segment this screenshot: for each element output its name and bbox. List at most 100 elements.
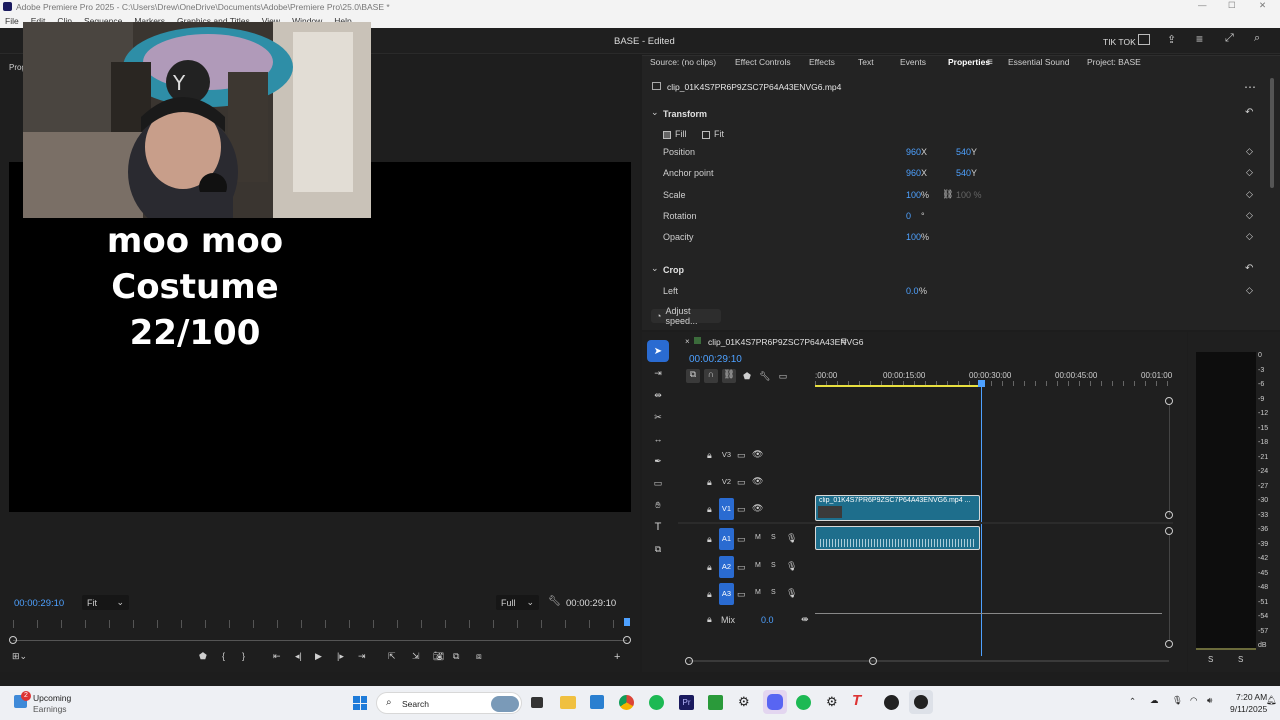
onedrive-icon[interactable]: ☁︎	[1150, 695, 1159, 706]
sync-lock-icon[interactable]: ▭	[737, 504, 746, 515]
go-to-in-icon[interactable]: ⇤	[273, 651, 281, 662]
mute-button[interactable]: M	[755, 562, 761, 569]
properties-scrollbar[interactable]	[1270, 78, 1274, 188]
start-icon[interactable]	[353, 696, 367, 710]
mic-icon[interactable]: 🎙︎	[786, 561, 797, 572]
vertical-zoom-handle-bottom[interactable]	[1165, 640, 1173, 648]
solo-button[interactable]: S	[771, 562, 776, 569]
vertical-zoom-handle-top[interactable]	[1165, 397, 1173, 405]
maximize-icon[interactable]: ☐	[1228, 0, 1236, 11]
insert-overwrite-icon[interactable]: ⧉	[686, 369, 700, 383]
scrub-start-handle[interactable]	[9, 636, 17, 644]
property-value-1[interactable]: 100	[906, 190, 921, 200]
track-target-v2[interactable]: V2	[719, 471, 734, 493]
property-value-1[interactable]: 960	[906, 168, 921, 178]
track-select-tool-icon[interactable]: ⇥	[647, 362, 669, 384]
pen-tool-icon[interactable]: ✒︎	[647, 450, 669, 472]
fullscreen-icon[interactable]: ⤢	[1225, 32, 1234, 45]
mic-icon[interactable]: 🎙︎	[1172, 695, 1183, 706]
rectangle-tool-icon[interactable]: ▭	[647, 472, 669, 494]
video-clip[interactable]: clip_01K4S7PR6P9ZSC7P64A43ENVG6.mp4 ...	[815, 495, 980, 521]
vertical-zoom-handle-a[interactable]	[1165, 527, 1173, 535]
audio-clip[interactable]	[815, 526, 980, 550]
keyframe-icon[interactable]: ◇	[1246, 146, 1253, 157]
eye-icon[interactable]: 👁︎	[752, 449, 763, 460]
mix-value[interactable]: 0.0	[761, 615, 774, 625]
spotify-icon[interactable]	[649, 695, 664, 710]
tab-1[interactable]: Effect Controls	[735, 57, 791, 67]
fit-dropdown[interactable]: Fit ⌄	[82, 595, 129, 610]
keyframe-icon[interactable]: ◇	[1246, 210, 1253, 221]
fill-option[interactable]: Fill	[663, 129, 687, 139]
mic-icon[interactable]: 🎙︎	[786, 533, 797, 544]
snap-icon[interactable]: ∩	[704, 369, 718, 383]
wrench-icon[interactable]: 🔧︎	[548, 596, 561, 607]
more-options-icon[interactable]: ⋯	[1244, 80, 1256, 94]
horizontal-zoom-handle-left[interactable]	[685, 657, 693, 665]
tab-3[interactable]: Text	[858, 57, 874, 67]
clock-time[interactable]: 7:20 AM	[1236, 692, 1267, 702]
lock-icon[interactable]: 🔒︎	[707, 589, 712, 600]
tab-2[interactable]: Effects	[809, 57, 835, 67]
transform-section-header[interactable]: ⌄ Transform ↶	[650, 107, 1260, 121]
sync-lock-icon[interactable]: ▭	[737, 534, 746, 545]
panel-toggle-icon[interactable]	[1138, 34, 1150, 45]
sync-lock-icon[interactable]: ▭	[737, 562, 746, 573]
tab-7[interactable]: Project: BASE	[1087, 57, 1141, 67]
sync-lock-icon[interactable]: ▭	[737, 477, 746, 488]
keyframe-icon[interactable]: ◇	[1246, 285, 1253, 296]
menu-icon[interactable]: ≡	[1196, 32, 1203, 46]
share-icon[interactable]: ⇪	[1167, 33, 1176, 46]
close-icon[interactable]: ✕	[1259, 0, 1266, 11]
track-target-a3[interactable]: A3	[719, 583, 734, 605]
sequence-menu-icon[interactable]: ≡	[841, 336, 847, 347]
solo-left[interactable]: S	[1208, 655, 1213, 664]
hand-tool-icon[interactable]: ✋︎	[647, 494, 669, 516]
add-marker-icon[interactable]: ⬟	[199, 651, 207, 662]
store-icon[interactable]	[590, 695, 604, 709]
mark-out-icon[interactable]: }	[242, 651, 245, 661]
fit-option[interactable]: Fit	[702, 129, 724, 139]
property-value-1[interactable]: 0	[906, 211, 911, 221]
spotify-icon-2[interactable]	[796, 695, 811, 710]
tab-6[interactable]: Essential Sound	[1008, 57, 1069, 67]
program-timecode-left[interactable]: 00:00:29:10	[14, 598, 64, 609]
program-scrub-track[interactable]	[13, 640, 627, 641]
linked-selection-icon[interactable]: ⛓︎	[722, 369, 736, 383]
vertical-zoom-handle-mid[interactable]	[1165, 511, 1173, 519]
step-back-icon[interactable]: ◂|	[295, 651, 302, 662]
step-forward-icon[interactable]: |▸	[337, 651, 344, 662]
horizontal-zoom-handle-right[interactable]	[869, 657, 877, 665]
lock-icon[interactable]: 🔒︎	[707, 534, 712, 545]
mic-icon[interactable]: 🎙︎	[786, 588, 797, 599]
reset-icon[interactable]: ↶	[1245, 107, 1253, 118]
settings-icon[interactable]: ⊞⌄	[12, 651, 27, 662]
volume-icon[interactable]: 🔊︎	[1207, 695, 1212, 706]
task-view-icon[interactable]	[531, 697, 543, 708]
crop-left-value[interactable]: 0.0	[906, 286, 919, 296]
quality-dropdown[interactable]: Full ⌄	[496, 595, 539, 610]
ripple-edit-tool-icon[interactable]: ⇹	[647, 384, 669, 406]
chevron-up-icon[interactable]: ⌃	[1129, 696, 1136, 707]
slip-tool-icon[interactable]: ↔	[647, 428, 669, 450]
track-target-v1[interactable]: V1	[719, 498, 734, 520]
lock-icon[interactable]: 🔒︎	[707, 614, 712, 625]
track-target-v3[interactable]: V3	[719, 444, 734, 466]
minimize-icon[interactable]: —	[1198, 0, 1207, 10]
track-target-a2[interactable]: A2	[719, 556, 734, 578]
media-icon[interactable]	[909, 690, 933, 714]
sync-lock-icon[interactable]: ▭	[737, 589, 746, 600]
settings-icon[interactable]: ⚙︎	[738, 694, 750, 710]
link-icon[interactable]: ⛓︎	[942, 189, 953, 200]
add-button-icon[interactable]: +	[614, 651, 620, 663]
solo-right[interactable]: S	[1238, 655, 1243, 664]
sync-lock-icon[interactable]: ▭	[737, 450, 746, 461]
lock-icon[interactable]: 🔒︎	[707, 450, 712, 461]
playhead-head[interactable]	[978, 380, 985, 387]
lock-icon[interactable]: 🔒︎	[707, 562, 712, 573]
mute-button[interactable]: M	[755, 589, 761, 596]
gear-app-icon[interactable]: ⚙︎	[826, 694, 838, 710]
wrench-icon[interactable]: 🔧︎	[758, 371, 772, 382]
playhead-marker[interactable]	[624, 618, 630, 626]
crop-section-header[interactable]: ⌄ Crop ↶	[650, 263, 1260, 277]
